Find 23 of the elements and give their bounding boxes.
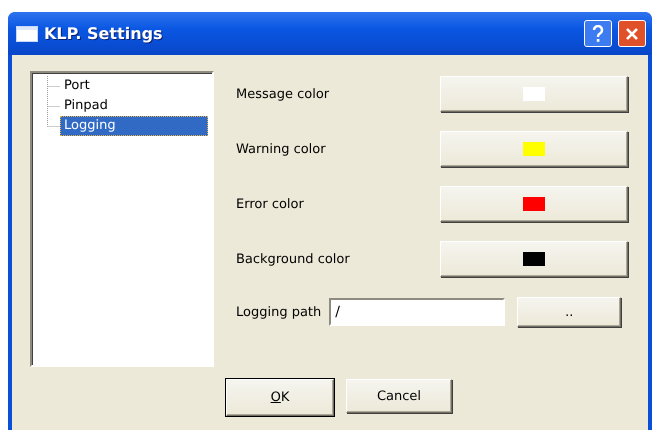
- help-icon: [592, 24, 604, 42]
- color-picker-button[interactable]: [440, 186, 628, 222]
- help-button[interactable]: [584, 20, 612, 47]
- tree-item[interactable]: Logging: [60, 116, 208, 136]
- color-picker-button[interactable]: [440, 241, 628, 277]
- path-field[interactable]: /: [329, 298, 506, 326]
- color-label: Warning color: [236, 142, 326, 156]
- dialog-button[interactable]: OK: [226, 379, 334, 416]
- close-icon: [625, 26, 639, 40]
- color-picker-button[interactable]: [440, 131, 628, 167]
- close-button[interactable]: [618, 20, 646, 47]
- tree-item[interactable]: Port: [60, 76, 208, 96]
- tree-connector-icon: [47, 76, 60, 96]
- window-title: KLP. Settings: [44, 24, 164, 43]
- color-picker-button[interactable]: [440, 76, 628, 112]
- color-label: Message color: [236, 86, 330, 102]
- dialog-button[interactable]: Cancel: [346, 379, 452, 413]
- color-label: Error color: [236, 196, 304, 212]
- path-label: Logging path: [236, 304, 322, 320]
- window-icon: [16, 26, 38, 42]
- tree-item[interactable]: Pinpad: [60, 96, 208, 116]
- browse-button[interactable]: ..: [517, 297, 622, 327]
- color-label: Background color: [236, 252, 350, 266]
